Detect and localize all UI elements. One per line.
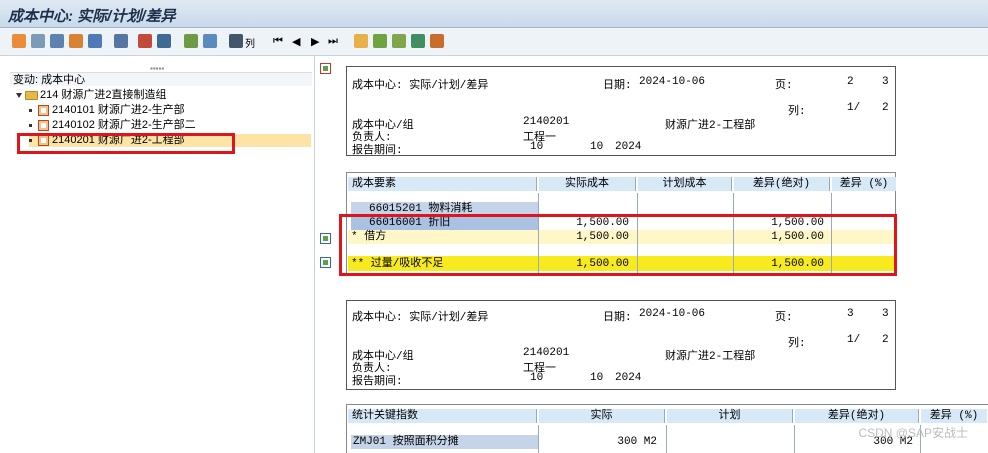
- expand-arrow-icon[interactable]: [16, 92, 22, 98]
- column-label: 列:: [788, 338, 806, 350]
- column-total: 2: [882, 102, 889, 114]
- title-bar: 成本中心: 实际/计划/差异: [0, 0, 988, 28]
- navigation-tree-panel: ▪▪▪▪▪ 变动: 成本中心 214 财源广进2直接制造组 2140101 财源…: [0, 56, 315, 453]
- column-header[interactable]: 成本要素: [348, 177, 537, 191]
- hierarchy-icon[interactable]: [12, 34, 26, 48]
- date-value: 2024-10-06: [639, 76, 706, 88]
- watermark: CSDN @SAP安战士: [858, 426, 968, 440]
- date-label: 日期:: [603, 80, 632, 92]
- cost-center-value: 2140201: [523, 116, 570, 128]
- print-icon[interactable]: [50, 34, 64, 48]
- cost-center-icon: [38, 119, 49, 131]
- settings-icon[interactable]: [430, 34, 444, 48]
- find-icon[interactable]: [229, 34, 243, 48]
- page-number: 2: [847, 76, 854, 88]
- highlight-box: [17, 133, 235, 154]
- report-title: 成本中心: 实际/计划/差异: [352, 312, 489, 324]
- cost-center-name: 财源广进2-工程部: [665, 120, 756, 132]
- document-icon[interactable]: [354, 34, 368, 48]
- graphic-icon[interactable]: [157, 34, 171, 48]
- key-figure-cell[interactable]: ZMJ01 按照面积分摊: [351, 435, 538, 449]
- tree-node-child[interactable]: 2140101 财源广进2-生产部: [29, 104, 185, 117]
- period-label: 报告期间:: [352, 145, 403, 157]
- tree-header: 变动: 成本中心: [10, 72, 312, 86]
- column-label[interactable]: 列: [245, 35, 255, 50]
- period-to: 10: [590, 372, 604, 384]
- sort-desc-icon[interactable]: [203, 34, 217, 48]
- column-header[interactable]: 实际: [539, 409, 665, 423]
- info-icon[interactable]: [88, 34, 102, 48]
- cost-center-name: 财源广进2-工程部: [665, 351, 756, 363]
- cost-center-icon: [38, 104, 49, 116]
- column-header[interactable]: 差异(绝对): [734, 177, 830, 191]
- report-title: 成本中心: 实际/计划/差异: [352, 80, 489, 92]
- tree-node-root[interactable]: 214 财源广进2直接制造组: [16, 89, 167, 102]
- next-page-icon[interactable]: ▶: [311, 35, 319, 48]
- grid-line: [538, 425, 539, 453]
- date-label: 日期:: [603, 312, 632, 324]
- collapse-tree-icon[interactable]: [392, 34, 406, 48]
- column-header[interactable]: 统计关键指数: [348, 409, 537, 423]
- filter-icon[interactable]: [114, 34, 128, 48]
- column-header[interactable]: 差异(绝对): [795, 409, 919, 423]
- page-number: 3: [847, 308, 854, 320]
- column-header[interactable]: 差异 (%): [921, 409, 987, 423]
- highlight-box: [339, 214, 897, 276]
- column-number: 1/: [847, 334, 861, 346]
- column-header[interactable]: 计划: [667, 409, 793, 423]
- bullet-icon: [29, 123, 32, 127]
- period-to: 10: [590, 141, 604, 153]
- cost-center-value: 2140201: [523, 347, 570, 359]
- column-header[interactable]: 计划成本: [638, 177, 732, 191]
- drilldown-icon[interactable]: [31, 34, 45, 48]
- report-header-box: 成本中心: 实际/计划/差异 日期: 2024-10-06 页: 2 3 列: …: [346, 66, 896, 157]
- grid-line: [666, 425, 667, 453]
- first-page-icon[interactable]: ⏮: [273, 35, 283, 48]
- bookmark-icon[interactable]: [320, 63, 331, 74]
- tree-node-label: 2140101 财源广进2-生产部: [52, 104, 185, 116]
- fiscal-year: 2024: [615, 372, 642, 384]
- bullet-icon: [29, 108, 32, 112]
- expand-tree-icon[interactable]: [373, 34, 387, 48]
- page-label: 页:: [775, 312, 793, 324]
- last-page-icon[interactable]: ⏭: [328, 35, 338, 48]
- folder-open-icon: [25, 90, 38, 100]
- toolbar: 列 ⏮ ◀ ▶ ⏭: [0, 28, 988, 56]
- export-icon[interactable]: [411, 34, 425, 48]
- column-header[interactable]: 实际成本: [539, 177, 636, 191]
- date-value: 2024-10-06: [639, 308, 706, 320]
- period-from: 10: [530, 141, 544, 153]
- page-total: 3: [882, 308, 889, 320]
- report-header-box: 成本中心: 实际/计划/差异 日期: 2024-10-06 页: 3 3 列: …: [346, 300, 896, 390]
- tree-node-label: 2140102 财源广进2-生产部二: [52, 119, 196, 131]
- period-label: 报告期间:: [352, 376, 403, 388]
- actual-cell: 300 M2: [617, 436, 657, 448]
- previous-page-icon[interactable]: ◀: [292, 35, 300, 48]
- tree-node-root-label: 214 财源广进2直接制造组: [40, 89, 167, 101]
- window-title: 成本中心: 实际/计划/差异: [8, 8, 176, 25]
- grid-line: [794, 425, 795, 453]
- layout-icon[interactable]: [69, 34, 83, 48]
- row-detail-icon[interactable]: [320, 257, 331, 268]
- fiscal-year: 2024: [615, 141, 642, 153]
- row-detail-icon[interactable]: [320, 233, 331, 244]
- sort-asc-icon[interactable]: [184, 34, 198, 48]
- select-icon[interactable]: [138, 34, 152, 48]
- column-header[interactable]: 差异 (%): [832, 177, 896, 191]
- period-from: 10: [530, 372, 544, 384]
- column-total: 2: [882, 334, 889, 346]
- tree-node-child[interactable]: 2140102 财源广进2-生产部二: [29, 119, 196, 132]
- page-total: 3: [882, 76, 889, 88]
- column-number: 1/: [847, 102, 861, 114]
- page-label: 页:: [775, 80, 793, 92]
- column-label: 列:: [788, 106, 806, 118]
